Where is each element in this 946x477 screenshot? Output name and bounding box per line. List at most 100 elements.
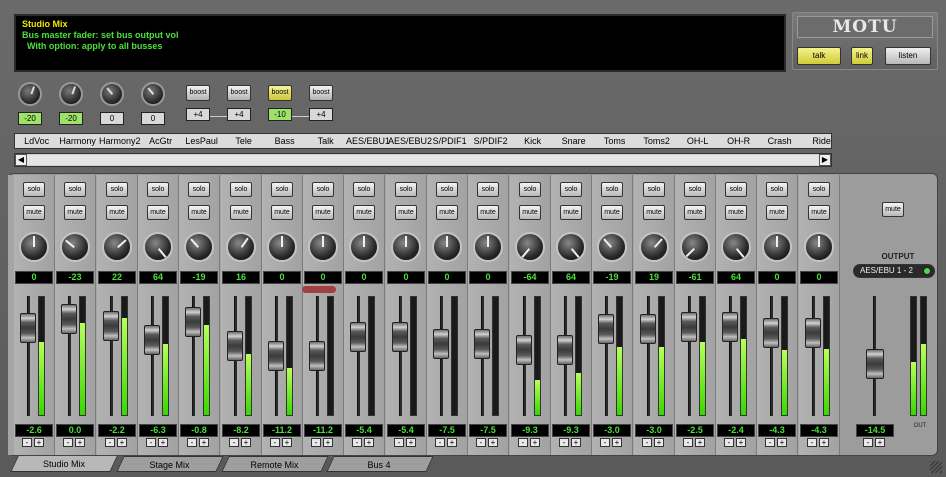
fader-plus-button[interactable]: + (282, 438, 292, 447)
fader-minus-button[interactable]: - (476, 438, 486, 447)
pan-value[interactable]: 0 (428, 271, 466, 284)
boost-button[interactable]: boost (186, 85, 210, 101)
fader-minus-button[interactable]: - (146, 438, 156, 447)
mute-button[interactable]: mute (188, 205, 210, 220)
mute-button[interactable]: mute (271, 205, 293, 220)
fader-plus-button[interactable]: + (488, 438, 498, 447)
fader-value[interactable]: -4.3 (800, 424, 838, 437)
fader-plus-button[interactable]: + (199, 438, 209, 447)
pan-knob[interactable] (143, 232, 173, 262)
mute-button[interactable]: mute (601, 205, 623, 220)
fader-cap[interactable] (640, 314, 656, 344)
mute-button[interactable]: mute (477, 205, 499, 220)
boost-value[interactable]: -10 (268, 108, 292, 121)
fader-minus-button[interactable]: - (229, 438, 239, 447)
fader-minus-button[interactable]: - (63, 438, 73, 447)
fader-value[interactable]: -11.2 (304, 424, 342, 437)
fader-plus-button[interactable]: + (406, 438, 416, 447)
pan-knob[interactable] (226, 232, 256, 262)
scroll-left-arrow-icon[interactable]: ◀ (15, 154, 27, 166)
boost-button[interactable]: boost (309, 85, 333, 101)
tab-bus-4[interactable]: Bus 4 (326, 456, 434, 472)
fader-minus-button[interactable]: - (187, 438, 197, 447)
pan-value[interactable]: 0 (758, 271, 796, 284)
fader-track[interactable] (357, 296, 360, 416)
fader-cap[interactable] (433, 329, 449, 359)
boost-value[interactable]: +4 (227, 108, 251, 121)
pan-value[interactable]: -61 (676, 271, 714, 284)
fader-value[interactable]: -6.3 (139, 424, 177, 437)
input-trim-value[interactable]: 0 (100, 112, 124, 125)
mute-button[interactable]: mute (766, 205, 788, 220)
solo-button[interactable]: solo (64, 182, 86, 197)
tab-stage-mix[interactable]: Stage Mix (116, 456, 224, 472)
fader-minus-button[interactable]: - (724, 438, 734, 447)
fader-value[interactable]: -4.3 (758, 424, 796, 437)
fader-cap[interactable] (598, 314, 614, 344)
resize-grip-icon[interactable] (930, 461, 942, 473)
talk-button[interactable]: talk (797, 47, 841, 65)
pan-knob[interactable] (391, 232, 421, 262)
pan-value[interactable]: 19 (635, 271, 673, 284)
pan-value[interactable]: 0 (304, 271, 342, 284)
pan-value[interactable]: -23 (56, 271, 94, 284)
pan-value[interactable]: 0 (345, 271, 383, 284)
scroll-track[interactable] (27, 155, 819, 165)
pan-value[interactable]: 64 (717, 271, 755, 284)
pan-knob[interactable] (267, 232, 297, 262)
solo-button[interactable]: solo (353, 182, 375, 197)
solo-button[interactable]: solo (560, 182, 582, 197)
mute-button[interactable]: mute (312, 205, 334, 220)
solo-button[interactable]: solo (188, 182, 210, 197)
solo-button[interactable]: solo (23, 182, 45, 197)
mute-button[interactable]: mute (230, 205, 252, 220)
fader-value[interactable]: -9.3 (511, 424, 549, 437)
mute-button[interactable]: mute (353, 205, 375, 220)
pan-knob[interactable] (680, 232, 710, 262)
fader-minus-button[interactable]: - (642, 438, 652, 447)
fader-cap[interactable] (474, 329, 490, 359)
mute-button[interactable]: mute (684, 205, 706, 220)
fader-minus-button[interactable]: - (394, 438, 404, 447)
mute-button[interactable]: mute (560, 205, 582, 220)
fader-plus-button[interactable]: + (117, 438, 127, 447)
fader-value[interactable]: -2.2 (98, 424, 136, 437)
solo-button[interactable]: solo (312, 182, 334, 197)
solo-button[interactable]: solo (230, 182, 252, 197)
fader-plus-button[interactable]: + (34, 438, 44, 447)
fader-cap[interactable] (185, 307, 201, 337)
pan-knob[interactable] (721, 232, 751, 262)
fader-minus-button[interactable]: - (559, 438, 569, 447)
fader-plus-button[interactable]: + (447, 438, 457, 447)
fader-cap[interactable] (103, 311, 119, 341)
fader-plus-button[interactable]: + (75, 438, 85, 447)
fader-value[interactable]: -5.4 (345, 424, 383, 437)
scroll-right-arrow-icon[interactable]: ▶ (819, 154, 831, 166)
input-trim-knob[interactable] (100, 82, 124, 106)
solo-button[interactable]: solo (477, 182, 499, 197)
pan-value[interactable]: -19 (593, 271, 631, 284)
pan-knob[interactable] (184, 232, 214, 262)
fader-plus-button[interactable]: + (158, 438, 168, 447)
fader-minus-button[interactable]: - (270, 438, 280, 447)
solo-button[interactable]: solo (519, 182, 541, 197)
mute-button[interactable]: mute (725, 205, 747, 220)
fader-minus-button[interactable]: - (683, 438, 693, 447)
pan-value[interactable]: 64 (139, 271, 177, 284)
pan-knob[interactable] (473, 232, 503, 262)
fader-minus-button[interactable]: - (22, 438, 32, 447)
tab-remote-mix[interactable]: Remote Mix (221, 456, 329, 472)
pan-knob[interactable] (515, 232, 545, 262)
fader-cap[interactable] (227, 331, 243, 361)
fader-value[interactable]: -3.0 (593, 424, 631, 437)
mute-button[interactable]: mute (23, 205, 45, 220)
pan-knob[interactable] (597, 232, 627, 262)
fader-value[interactable]: -3.0 (635, 424, 673, 437)
output-plus-button[interactable]: + (875, 438, 885, 447)
pan-knob[interactable] (60, 232, 90, 262)
solo-button[interactable]: solo (808, 182, 830, 197)
solo-button[interactable]: solo (395, 182, 417, 197)
fader-value[interactable]: -7.5 (428, 424, 466, 437)
fader-track[interactable] (770, 296, 773, 416)
mute-button[interactable]: mute (808, 205, 830, 220)
